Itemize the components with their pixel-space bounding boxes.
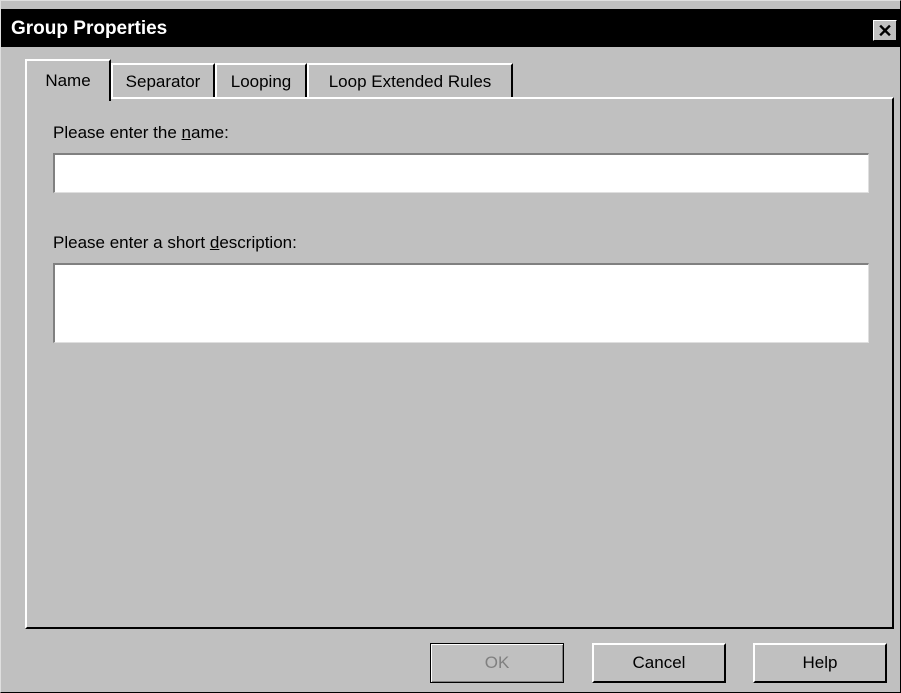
help-button-label: Help	[802, 653, 838, 672]
ok-button-label: OK	[484, 653, 510, 672]
description-field-label: Please enter a short description:	[53, 233, 297, 252]
ok-button[interactable]: OK	[430, 643, 564, 683]
tab-separator-label: Separator	[125, 72, 201, 91]
name-field-label: Please enter the name:	[53, 123, 229, 142]
title-bar[interactable]: Group Properties ✕	[1, 9, 901, 47]
window-title: Group Properties	[11, 18, 168, 39]
dialog-window: Group Properties ✕ Name Separator Loopin…	[0, 0, 901, 693]
tab-looping[interactable]: Looping	[215, 63, 307, 99]
tab-panel-name: Please enter the name: Please enter a sh…	[25, 97, 894, 629]
tab-looping-label: Looping	[230, 72, 292, 91]
help-button[interactable]: Help	[753, 643, 887, 683]
cancel-button[interactable]: Cancel	[592, 643, 726, 683]
cancel-button-label: Cancel	[632, 653, 686, 672]
tab-loop-extended-rules-label: Loop Extended Rules	[328, 72, 492, 91]
description-textarea[interactable]	[53, 263, 869, 343]
tab-name[interactable]: Name	[25, 59, 111, 101]
tab-name-label: Name	[45, 71, 91, 90]
tab-separator[interactable]: Separator	[111, 63, 215, 99]
close-button[interactable]: ✕	[873, 20, 897, 41]
name-input[interactable]	[53, 153, 869, 193]
close-icon: ✕	[877, 20, 893, 41]
tab-loop-extended-rules[interactable]: Loop Extended Rules	[307, 63, 513, 99]
